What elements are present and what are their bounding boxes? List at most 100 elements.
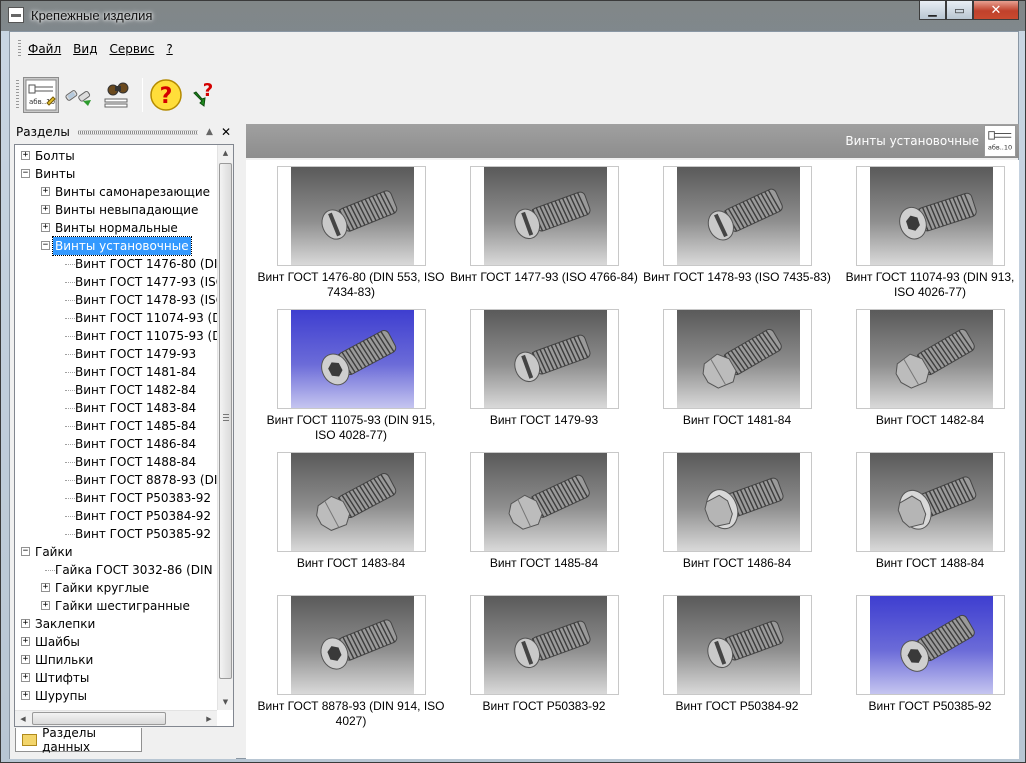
- tree-item[interactable]: + Винты нормальные: [15, 219, 219, 237]
- item-card[interactable]: Винт ГОСТ 1478-93 (ISO 7435-83): [642, 160, 832, 300]
- screw-render-icon: [870, 453, 993, 551]
- tree-item[interactable]: + Штифты: [15, 669, 219, 687]
- menu-view[interactable]: Вид: [72, 40, 98, 58]
- menubar-grip[interactable]: [18, 40, 21, 58]
- expand-icon[interactable]: +: [21, 151, 30, 160]
- scroll-right-arrow-icon[interactable]: ▶: [201, 711, 217, 726]
- expand-icon[interactable]: +: [21, 655, 30, 664]
- item-card[interactable]: Винт ГОСТ 11074-93 (DIN 913, ISO 4026-77…: [835, 160, 1019, 300]
- collapse-icon[interactable]: −: [41, 241, 50, 250]
- item-card[interactable]: Винт ГОСТ 1482-84: [835, 303, 1019, 443]
- tree-item[interactable]: + Шурупы: [15, 687, 219, 705]
- tree-item[interactable]: Винт ГОСТ 1476-80 (DIN 553, ISO 7434-83): [15, 255, 219, 273]
- tree-item[interactable]: Винт ГОСТ 1488-84: [15, 453, 219, 471]
- item-card[interactable]: Винт ГОСТ 1481-84: [642, 303, 832, 443]
- tree-item[interactable]: Винт ГОСТ 1482-84: [15, 381, 219, 399]
- item-card[interactable]: Винт ГОСТ 11075-93 (DIN 915, ISO 4028-77…: [256, 303, 446, 443]
- item-card[interactable]: Винт ГОСТ 1488-84: [835, 446, 1019, 586]
- tree-item[interactable]: + Винты невыпадающие: [15, 201, 219, 219]
- expand-icon[interactable]: +: [41, 187, 50, 196]
- menu-help[interactable]: ?: [165, 40, 173, 58]
- tree-item[interactable]: − Винты установочные: [15, 236, 219, 256]
- panel-grip[interactable]: [77, 129, 199, 135]
- tree-item-label: Винт ГОСТ 1479-93: [75, 347, 197, 361]
- expand-icon[interactable]: +: [41, 223, 50, 232]
- panel-close-icon[interactable]: ✕: [221, 125, 231, 139]
- tree-item[interactable]: − Гайки: [15, 543, 219, 561]
- links-button[interactable]: [61, 77, 97, 113]
- item-card[interactable]: Винт ГОСТ 1476-80 (DIN 553, ISO 7434-83): [256, 160, 446, 300]
- tree-item[interactable]: Винт ГОСТ Р50385-92: [15, 525, 219, 543]
- maximize-button[interactable]: ▭: [946, 1, 973, 20]
- expand-icon[interactable]: +: [21, 637, 30, 646]
- tree-item[interactable]: Винт ГОСТ 1478-93 (ISO 7435-83): [15, 291, 219, 309]
- menu-file[interactable]: Файл: [27, 40, 62, 58]
- collapse-icon[interactable]: −: [21, 547, 30, 556]
- expand-icon[interactable]: +: [41, 601, 50, 610]
- search-button[interactable]: [99, 77, 135, 113]
- tree-item[interactable]: Винт ГОСТ 1479-93: [15, 345, 219, 363]
- tree-item[interactable]: + Винты самонарезающие: [15, 183, 219, 201]
- item-card[interactable]: Винт ГОСТ Р50383-92: [449, 589, 639, 729]
- expand-icon[interactable]: +: [41, 205, 50, 214]
- app-icon[interactable]: [8, 7, 24, 23]
- collapse-icon[interactable]: −: [21, 169, 30, 178]
- tree-item[interactable]: Винт ГОСТ 1481-84: [15, 363, 219, 381]
- expand-icon[interactable]: +: [41, 583, 50, 592]
- tree-item[interactable]: Винт ГОСТ 1486-84: [15, 435, 219, 453]
- tree-item[interactable]: Гайка ГОСТ 3032-86 (DIN 315): [15, 561, 219, 579]
- screw-render-icon: [484, 596, 607, 694]
- item-card[interactable]: Винт ГОСТ 1485-84: [449, 446, 639, 586]
- tree-item[interactable]: Винт ГОСТ 11074-93 (DIN 913, ISO 4026-77…: [15, 309, 219, 327]
- item-card[interactable]: Винт ГОСТ 1479-93: [449, 303, 639, 443]
- help-button[interactable]: ?: [148, 77, 184, 113]
- scroll-down-arrow-icon[interactable]: ▼: [218, 694, 233, 710]
- tree-item[interactable]: Винт ГОСТ Р50384-92: [15, 507, 219, 525]
- tree-item[interactable]: Винт ГОСТ 11075-93 (DIN 915, ISO 4028-77…: [15, 327, 219, 345]
- tree-item-label: Винт ГОСТ 11074-93 (DIN 913, ISO 4026-77…: [75, 311, 219, 325]
- tree-item[interactable]: + Шайбы: [15, 633, 219, 651]
- tree-item[interactable]: Винт ГОСТ 8878-93 (DIN 914, ISO 4027): [15, 471, 219, 489]
- tree-item[interactable]: + Болты: [15, 147, 219, 165]
- item-card[interactable]: Винт ГОСТ Р50385-92: [835, 589, 1019, 729]
- tree-item[interactable]: Винт ГОСТ 1483-84: [15, 399, 219, 417]
- item-card[interactable]: Винт ГОСТ Р50384-92: [642, 589, 832, 729]
- toolbar-grip[interactable]: [16, 80, 19, 110]
- item-card[interactable]: Винт ГОСТ 8878-93 (DIN 914, ISO 4027): [256, 589, 446, 729]
- item-thumbnail-frame: [470, 309, 619, 409]
- menu-service[interactable]: Сервис: [108, 40, 155, 58]
- expand-icon[interactable]: +: [21, 691, 30, 700]
- minimize-button[interactable]: ▁: [919, 1, 946, 20]
- tree-item[interactable]: Винт ГОСТ 1485-84: [15, 417, 219, 435]
- tree-item[interactable]: − Винты: [15, 165, 219, 183]
- item-caption: Винт ГОСТ 1485-84: [489, 556, 599, 570]
- item-card[interactable]: Винт ГОСТ 1483-84: [256, 446, 446, 586]
- item-card[interactable]: Винт ГОСТ 1477-93 (ISO 4766-84): [449, 160, 639, 300]
- tree-item[interactable]: Винт ГОСТ 1477-93 (ISO 4766-84): [15, 273, 219, 291]
- client-area: Файл Вид Сервис ? абв..10 ? ? Разделы ▲ …: [9, 31, 1019, 759]
- expand-icon[interactable]: +: [21, 673, 30, 682]
- scroll-up-arrow-icon[interactable]: ▲: [218, 145, 233, 161]
- tree-horizontal-scrollbar[interactable]: ◀ ▶: [15, 710, 217, 726]
- tree-vscroll-thumb[interactable]: [219, 163, 232, 679]
- pin-icon[interactable]: ▲: [206, 127, 213, 137]
- catalog-view-button[interactable]: абв..10: [23, 77, 59, 113]
- tree-item[interactable]: + Заклепки: [15, 615, 219, 633]
- expand-icon[interactable]: +: [21, 619, 30, 628]
- tree-hscroll-thumb[interactable]: [32, 712, 166, 725]
- tree-item[interactable]: + Гайки шестигранные: [15, 597, 219, 615]
- tree-item[interactable]: + Шпильки: [15, 651, 219, 669]
- tree-item[interactable]: + Гайки круглые: [15, 579, 219, 597]
- content-title: Винты установочные: [845, 134, 979, 148]
- tree-vertical-scrollbar[interactable]: ▲ ▼: [217, 145, 233, 710]
- tree-item[interactable]: Винт ГОСТ Р50383-92: [15, 489, 219, 507]
- context-help-button[interactable]: ?: [186, 77, 222, 113]
- window-controls: ▁ ▭ ✕: [919, 1, 1019, 21]
- title-bar[interactable]: Крепежные изделия ▁ ▭ ✕: [1, 1, 1025, 31]
- item-thumbnail-frame: [277, 595, 426, 695]
- close-button[interactable]: ✕: [973, 1, 1019, 20]
- item-card[interactable]: Винт ГОСТ 1486-84: [642, 446, 832, 586]
- scroll-left-arrow-icon[interactable]: ◀: [15, 711, 31, 726]
- tree-item-label: Винт ГОСТ 1485-84: [75, 419, 197, 433]
- tab-data-sections[interactable]: Разделы данных: [15, 726, 142, 754]
